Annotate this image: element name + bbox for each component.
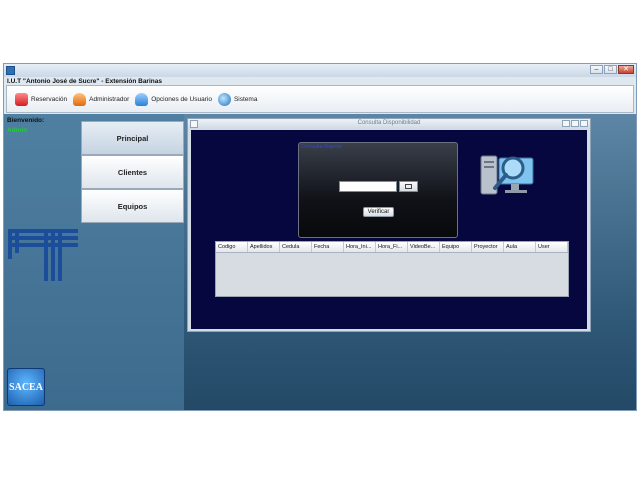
column-header[interactable]: Hora_Ini...	[344, 242, 376, 252]
reservation-icon	[15, 92, 28, 106]
current-user: Admin	[7, 127, 28, 134]
nav-equipos-button[interactable]: Equipos	[81, 189, 184, 223]
quick-query-panel: Consulta Rapida Verificar	[298, 142, 458, 238]
window-controls: – □ ✕	[590, 65, 634, 74]
child-minimize-button[interactable]	[562, 120, 570, 127]
institution-title: I.U.T "Antonio José de Sucre" - Extensió…	[7, 78, 162, 85]
column-header[interactable]: User	[536, 242, 568, 252]
availability-window: Consulta Disponibilidad Consulta Rapida …	[187, 118, 591, 332]
toolbar-reservacion[interactable]: Reservación	[15, 92, 68, 106]
maximize-button[interactable]: □	[604, 65, 617, 74]
system-icon	[217, 92, 231, 106]
close-button[interactable]: ✕	[618, 65, 634, 74]
toolbar-label: Administrador	[89, 95, 130, 103]
column-header[interactable]: Cedula	[280, 242, 312, 252]
sidebar: Bienvenido: Admin Principal Clientes Equ…	[4, 114, 184, 410]
column-header[interactable]: Aula	[504, 242, 536, 252]
date-input[interactable]	[339, 181, 397, 192]
column-header[interactable]: Apellidos	[248, 242, 280, 252]
availability-content: Consulta Rapida Verificar Codigo Apellid…	[191, 130, 587, 329]
quick-query-caption: Consulta Rapida	[301, 144, 342, 150]
institution-logo-icon	[8, 229, 78, 281]
child-window-title: Consulta Disponibilidad	[357, 120, 421, 126]
child-maximize-button[interactable]	[571, 120, 579, 127]
toolbar-opciones-usuario[interactable]: Opciones de Usuario	[135, 92, 212, 106]
minimize-button[interactable]: –	[590, 65, 603, 74]
main-toolbar: Reservación Administrador Opciones de Us…	[6, 85, 634, 113]
administrator-icon	[73, 92, 87, 106]
calendar-icon	[405, 184, 412, 189]
column-header[interactable]: Equipo	[440, 242, 472, 252]
toolbar-label: Reservación	[31, 95, 68, 103]
column-header[interactable]: Proyector	[472, 242, 504, 252]
toolbar-label: Sistema	[233, 95, 258, 103]
toolbar-administrador[interactable]: Administrador	[73, 92, 130, 106]
child-title-bar[interactable]: Consulta Disponibilidad	[188, 119, 590, 129]
column-header[interactable]: VideoBe...	[408, 242, 440, 252]
availability-table[interactable]: Codigo Apellidos Cedula Fecha Hora_Ini..…	[215, 241, 569, 297]
child-window-controls	[562, 120, 588, 127]
nav-principal-button[interactable]: Principal	[81, 121, 184, 155]
welcome-label: Bienvenido:	[7, 117, 45, 124]
table-header: Codigo Apellidos Cedula Fecha Hora_Ini..…	[216, 242, 568, 253]
column-header[interactable]: Codigo	[216, 242, 248, 252]
date-picker-button[interactable]	[399, 181, 418, 192]
computer-search-icon	[480, 155, 534, 195]
toolbar-sistema[interactable]: Sistema	[217, 92, 258, 106]
sacea-logo-text: SACEA	[9, 381, 43, 393]
column-header[interactable]: Hora_Fi...	[376, 242, 408, 252]
nav-clientes-button[interactable]: Clientes	[81, 155, 184, 189]
child-close-button[interactable]	[580, 120, 588, 127]
sacea-logo: SACEA	[7, 368, 45, 406]
title-bar[interactable]: – □ ✕	[4, 64, 636, 77]
app-window: – □ ✕ I.U.T "Antonio José de Sucre" - Ex…	[3, 63, 637, 411]
verify-button[interactable]: Verificar	[363, 207, 394, 217]
app-icon	[6, 66, 15, 75]
column-header[interactable]: Fecha	[312, 242, 344, 252]
toolbar-label: Opciones de Usuario	[151, 95, 212, 103]
user-options-icon	[135, 92, 149, 106]
